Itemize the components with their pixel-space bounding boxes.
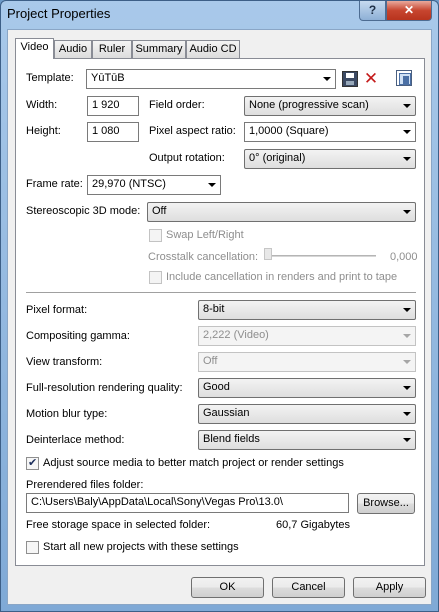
field-order-value: None (progressive scan) (249, 99, 369, 111)
chevron-down-icon (403, 386, 411, 390)
view-transform-label: View transform: (26, 356, 103, 368)
crosstalk-slider-track (266, 255, 376, 257)
dialog-client: Video Audio Ruler Summary Audio CD Templ… (7, 29, 432, 605)
cancel-button[interactable]: Cancel (272, 577, 345, 598)
width-label: Width: (26, 99, 58, 111)
output-rotation-label: Output rotation: (149, 152, 225, 164)
chevron-down-icon (208, 183, 216, 187)
tab-audio-cd[interactable]: Audio CD (186, 40, 240, 58)
deinterlace-select[interactable]: Blend fields (198, 430, 416, 450)
chevron-down-icon (403, 308, 411, 312)
prerendered-folder-input[interactable]: C:\Users\Baly\AppData\Local\Sony\Vegas P… (26, 493, 349, 513)
stereo-mode-value: Off (152, 205, 167, 217)
chevron-down-icon (403, 157, 411, 161)
crosstalk-slider-thumb[interactable] (264, 248, 272, 260)
stereo-mode-select[interactable]: Off (147, 202, 416, 222)
output-rotation-select[interactable]: 0° (original) (244, 149, 416, 169)
field-order-select[interactable]: None (progressive scan) (244, 96, 416, 116)
height-label: Height: (26, 125, 61, 137)
swap-left-right-label: Swap Left/Right (166, 229, 244, 241)
template-label: Template: (26, 72, 74, 84)
section-divider (26, 292, 416, 293)
frame-rate-combo[interactable]: 29,970 (NTSC) (87, 175, 221, 195)
adjust-source-label: Adjust source media to better match proj… (43, 457, 344, 469)
delete-template-icon[interactable]: ✕ (363, 71, 379, 88)
compositing-gamma-select[interactable]: 2,222 (Video) (198, 326, 416, 346)
tab-ruler[interactable]: Ruler (92, 40, 132, 58)
chevron-down-icon (403, 334, 411, 338)
start-all-projects-checkbox[interactable] (26, 541, 39, 554)
match-media-settings-icon[interactable] (396, 70, 412, 86)
help-button[interactable]: ? (359, 1, 386, 21)
tab-audio[interactable]: Audio (54, 40, 92, 58)
deinterlace-value: Blend fields (203, 433, 260, 445)
height-input[interactable]: 1 080 (87, 122, 139, 142)
swap-left-right-checkbox[interactable] (149, 229, 162, 242)
motion-blur-value: Gaussian (203, 407, 250, 419)
template-combo[interactable]: YūTūB (86, 69, 336, 89)
tab-video[interactable]: Video (15, 38, 54, 59)
stereo-mode-label: Stereoscopic 3D mode: (26, 205, 141, 217)
project-properties-window: Project Properties ? ✕ Video Audio Ruler… (0, 0, 439, 612)
chevron-down-icon (403, 104, 411, 108)
chevron-down-icon (323, 77, 331, 81)
include-cancellation-checkbox[interactable] (149, 271, 162, 284)
template-value: YūTūB (91, 72, 125, 84)
compositing-gamma-value: 2,222 (Video) (203, 329, 269, 341)
pixel-aspect-label: Pixel aspect ratio: (149, 125, 236, 137)
pixel-format-label: Pixel format: (26, 304, 88, 316)
free-storage-value: 60,7 Gigabytes (276, 519, 350, 531)
width-input[interactable]: 1 920 (87, 96, 139, 116)
render-quality-label: Full-resolution rendering quality: (26, 382, 183, 394)
output-rotation-value: 0° (original) (249, 152, 306, 164)
title-bar[interactable]: Project Properties ? ✕ (1, 1, 438, 25)
chevron-down-icon (403, 360, 411, 364)
crosstalk-value: 0,000 (390, 251, 418, 263)
pixel-format-value: 8-bit (203, 303, 225, 315)
video-panel: Template: YūTūB ✕ Width: 1 920 Field ord… (15, 58, 425, 566)
include-cancellation-label: Include cancellation in renders and prin… (166, 271, 398, 283)
ok-button[interactable]: OK (191, 577, 264, 598)
chevron-down-icon (403, 438, 411, 442)
frame-rate-label: Frame rate: (26, 178, 83, 190)
save-template-icon[interactable] (342, 71, 358, 87)
crosstalk-label: Crosstalk cancellation: (148, 251, 259, 263)
chevron-down-icon (403, 210, 411, 214)
motion-blur-select[interactable]: Gaussian (198, 404, 416, 424)
deinterlace-label: Deinterlace method: (26, 434, 125, 446)
view-transform-value: Off (203, 355, 218, 367)
motion-blur-label: Motion blur type: (26, 408, 108, 420)
window-title: Project Properties (7, 6, 111, 21)
pixel-aspect-value: 1,0000 (Square) (249, 125, 329, 137)
field-order-label: Field order: (149, 99, 205, 111)
start-all-projects-label: Start all new projects with these settin… (43, 541, 239, 553)
chevron-down-icon (403, 412, 411, 416)
render-quality-select[interactable]: Good (198, 378, 416, 398)
render-quality-value: Good (203, 381, 230, 393)
free-storage-label: Free storage space in selected folder: (26, 519, 211, 531)
adjust-source-checkbox[interactable] (26, 456, 39, 470)
compositing-gamma-label: Compositing gamma: (26, 330, 130, 342)
prerendered-folder-label: Prerendered files folder: (26, 479, 144, 491)
view-transform-select[interactable]: Off (198, 352, 416, 372)
pixel-format-select[interactable]: 8-bit (198, 300, 416, 320)
pixel-aspect-combo[interactable]: 1,0000 (Square) (244, 122, 416, 142)
tab-summary[interactable]: Summary (132, 40, 186, 58)
browse-button[interactable]: Browse... (357, 493, 415, 514)
close-button[interactable]: ✕ (386, 1, 432, 21)
apply-button[interactable]: Apply (353, 577, 426, 598)
frame-rate-value: 29,970 (NTSC) (92, 178, 166, 190)
chevron-down-icon (403, 130, 411, 134)
